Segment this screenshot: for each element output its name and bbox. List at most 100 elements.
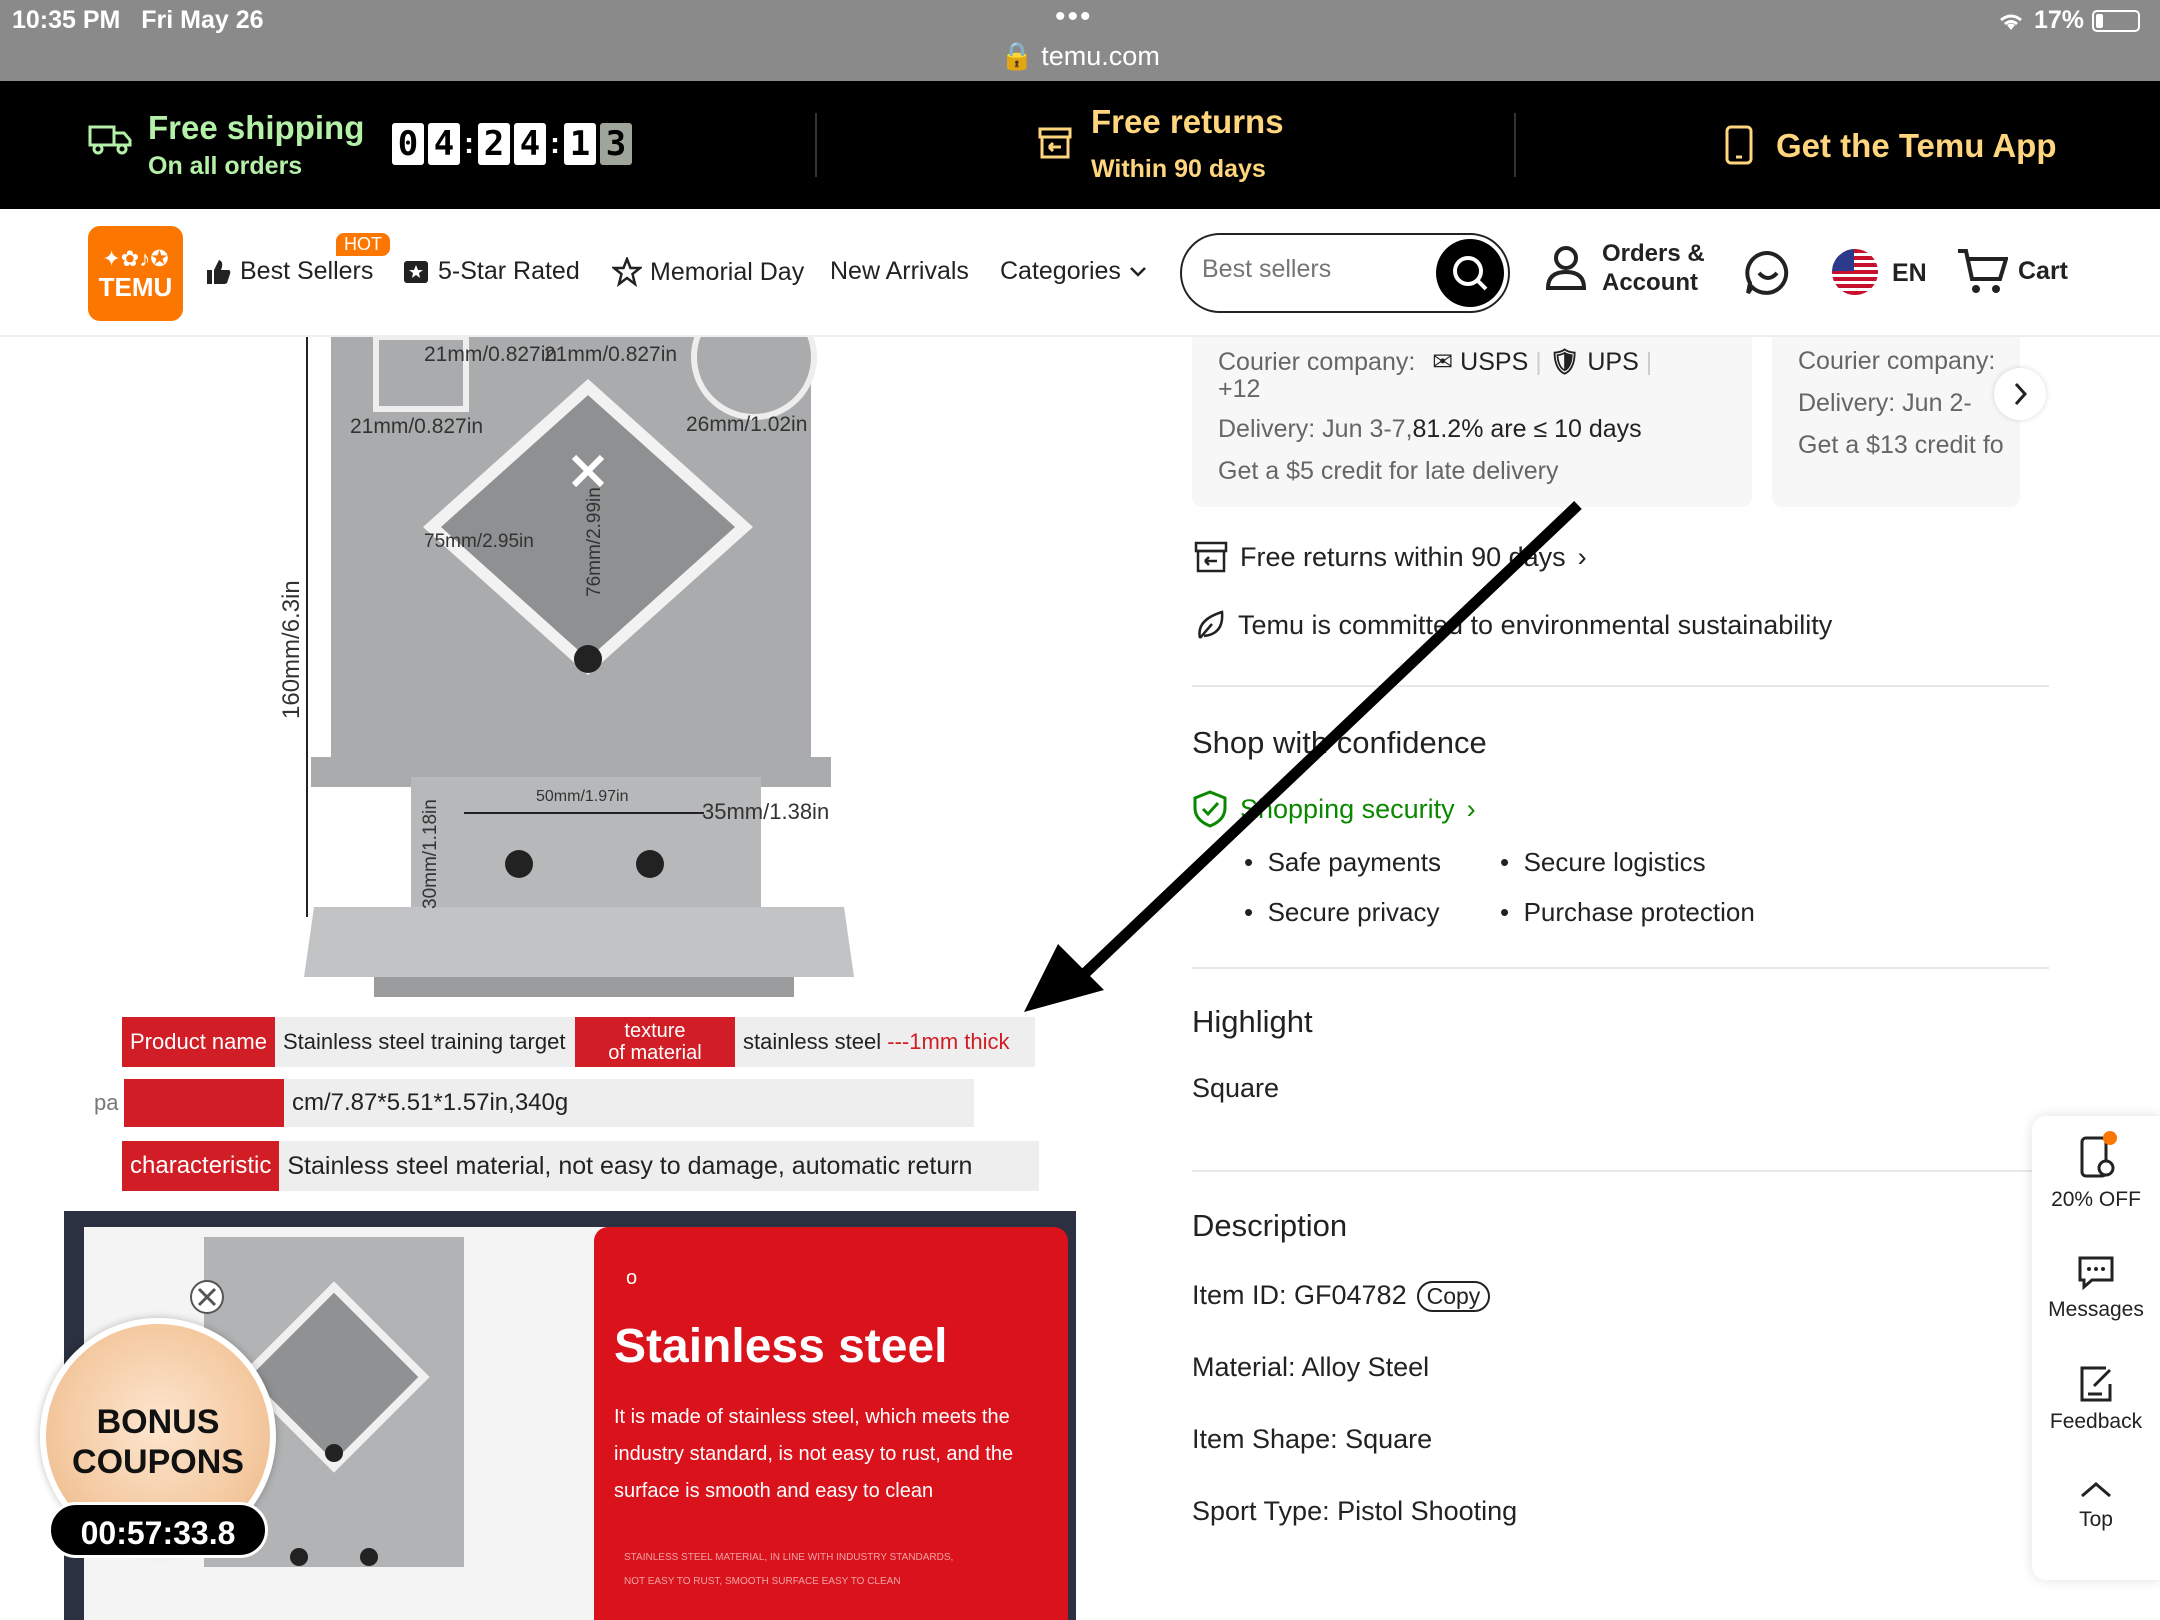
chevron-right-icon [2014, 382, 2028, 406]
thumbs-up-icon [207, 259, 231, 284]
nav-label: 5-Star Rated [438, 257, 580, 285]
shipping-card[interactable]: Courier company: ✉ USPS | 🛡 UPS | +12 De… [1192, 337, 1752, 507]
nav-label: Categories [1000, 257, 1121, 285]
dimension-label: 35mm/1.38in [702, 799, 830, 824]
spec-label-texture: texture of material [574, 1017, 735, 1067]
temu-logo[interactable]: ✦✿♪✪ TEMU [88, 226, 183, 321]
promo-card-dot: o [626, 1267, 638, 1289]
account-line2: Account [1602, 269, 1698, 296]
battery-status: 17% [1996, 6, 2140, 35]
dimension-label: 50mm/1.97in [536, 788, 629, 805]
security-item: • Purchase protection [1500, 897, 1755, 927]
star-badge-icon [404, 260, 428, 283]
search-button[interactable] [1436, 239, 1504, 307]
free-returns-text: Free returns within 90 days [1240, 541, 1566, 572]
security-item: • Secure privacy [1244, 897, 1440, 927]
dimension-label: 21mm/0.827in [544, 343, 678, 366]
dimension-label: 76mm/2.99in [584, 487, 605, 597]
courier-line: Courier company: [1798, 347, 1996, 375]
search-icon [1453, 256, 1488, 291]
courier-ups: UPS [1587, 348, 1639, 376]
spec-value: cm/7.87*5.51*1.57in,340g [284, 1079, 974, 1127]
battery-percent: 17% [2033, 6, 2084, 34]
more-dots-icon[interactable]: ••• [1055, 0, 1093, 34]
hot-badge: HOT [336, 233, 390, 256]
shield-check-icon [1193, 790, 1227, 828]
nav-new-arrivals[interactable]: New Arrivals [830, 257, 969, 286]
dimension-label: 21mm/0.827in [350, 415, 484, 438]
get-app-link[interactable]: Get the Temu App [1776, 127, 2057, 165]
account-line1: Orders & [1602, 240, 1705, 267]
dimension-label: 26mm/1.02in [686, 413, 808, 436]
returns-box-icon [1194, 541, 1228, 573]
user-icon [1545, 246, 1587, 290]
carousel-next-button[interactable] [1994, 368, 2046, 420]
shipping-card-2[interactable]: Courier company: Delivery: Jun 2- Get a … [1772, 337, 2020, 507]
discount-label: 20% OFF [2051, 1188, 2141, 1211]
sustainability-line[interactable]: Temu is committed to environmental susta… [1194, 608, 1832, 642]
nav-five-star[interactable]: 5-Star Rated [402, 257, 580, 286]
chat-smile-icon[interactable] [1744, 249, 1792, 297]
dimension-label: 30mm/1.18in [420, 799, 441, 909]
discount-button[interactable]: 20% OFF [2032, 1130, 2160, 1212]
cart-label: Cart [2018, 256, 2069, 285]
chevron-down-icon [1130, 266, 1146, 277]
timer-digit: 4 [514, 123, 546, 165]
material-line: Material: Alloy Steel [1192, 1352, 1430, 1382]
leaf-icon [1198, 610, 1224, 639]
security-item: • Safe payments [1244, 847, 1441, 877]
feedback-button[interactable]: Feedback [2032, 1364, 2160, 1434]
message-icon [2078, 1256, 2114, 1291]
copy-button[interactable]: Copy [1416, 1281, 1491, 1312]
language-selector[interactable]: EN [1892, 259, 1927, 288]
dimension-label: 21mm/0.827in [424, 343, 558, 366]
spec-row-packing: pa cm/7.87*5.51*1.57in,340g [94, 1079, 974, 1127]
url-bar[interactable]: 🔒 temu.com [0, 40, 2160, 72]
phone-icon [1725, 125, 1753, 165]
nav-best-sellers[interactable]: Best Sellers [204, 257, 373, 286]
bonus-text: BONUS COUPONS [72, 1403, 244, 1481]
shopping-security-link[interactable]: Shopping security › [1192, 790, 1476, 828]
chevron-right-icon: › [1466, 793, 1476, 824]
ups-logo: 🛡 [1548, 348, 1581, 376]
security-item: • Secure logistics [1500, 847, 1706, 877]
free-returns-link[interactable]: Free returns within 90 days › [1194, 540, 1587, 574]
spec-value-texture: stainless steel ---1mm thick [734, 1017, 1035, 1067]
top-button[interactable]: Top [2032, 1478, 2160, 1532]
promo-divider [1514, 113, 1516, 177]
messages-button[interactable]: Messages [2032, 1252, 2160, 1322]
free-shipping-title[interactable]: Free shipping [148, 109, 364, 147]
star-icon [612, 257, 642, 287]
search-input[interactable] [1202, 255, 1422, 284]
courier-usps: USPS [1460, 348, 1529, 376]
highlight-value: Square [1192, 1073, 1280, 1103]
spec-label: Product name [122, 1017, 275, 1067]
us-flag-icon[interactable] [1832, 249, 1878, 295]
promo-card-small: STAINLESS STEEL MATERIAL, IN LINE WITH I… [624, 1552, 954, 1563]
cart-button[interactable]: Cart [1956, 247, 2068, 295]
courier-more: +12 [1218, 375, 1261, 403]
section-divider [1192, 1170, 2049, 1172]
section-divider [1192, 967, 2049, 969]
timer-digit: 4 [428, 123, 460, 165]
shop-confidence-title: Shop with confidence [1192, 725, 1487, 760]
status-time: 10:35 PM Fri May 26 [12, 6, 264, 34]
late-credit: Get a $5 credit for late delivery [1218, 457, 1559, 485]
cart-icon [1958, 249, 2008, 293]
timer-digit: 0 [392, 123, 424, 165]
nav-label: New Arrivals [830, 257, 969, 285]
promo-card-title: Stainless steel [614, 1320, 948, 1373]
truck-icon [88, 125, 132, 155]
orders-account[interactable]: Orders & Account [1544, 239, 1705, 297]
side-widget: 20% OFF Messages Feedback Top [2032, 1116, 2160, 1580]
nav-memorial-day[interactable]: Memorial Day [612, 257, 804, 287]
nav-categories[interactable]: Categories [1000, 257, 1147, 286]
nav-label: Best Sellers [240, 257, 374, 285]
promo-card-red: o Stainless steel It is made of stainles… [594, 1227, 1068, 1620]
promo-card-small: NOT EASY TO RUST, SMOOTH SURFACE EASY TO… [624, 1576, 901, 1587]
status-bar: 10:35 PM Fri May 26 ••• 17% 🔒 temu.com [0, 0, 2160, 81]
free-returns-title[interactable]: Free returns [1091, 103, 1284, 141]
spec-packing-prefix: pa [94, 1090, 119, 1115]
free-returns-sub: Within 90 days [1091, 155, 1266, 183]
delivery-line: Delivery: Jun 3-7,81.2% are ≤ 10 days [1218, 415, 1642, 443]
